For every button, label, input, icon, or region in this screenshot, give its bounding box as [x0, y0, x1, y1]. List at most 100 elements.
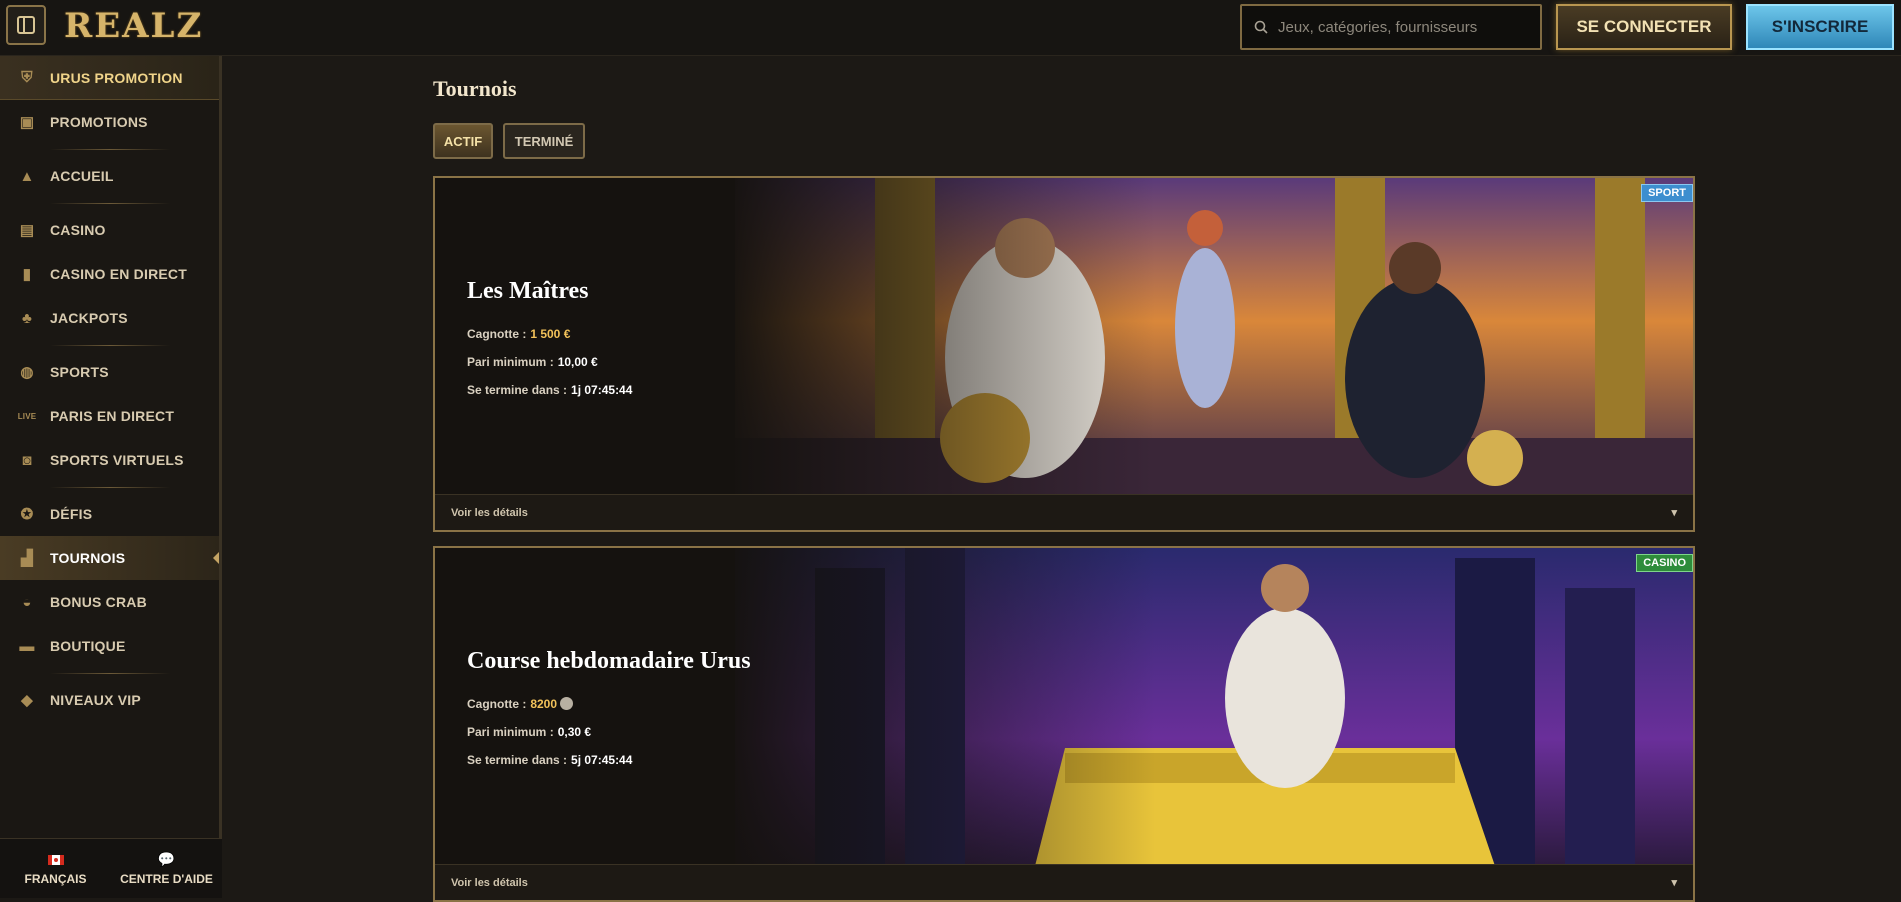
chat-icon: 💬: [157, 851, 176, 867]
chevron-down-icon: ▾: [1671, 877, 1677, 889]
min-bet-label: Pari minimum :: [467, 355, 554, 369]
sidebar-item-casino[interactable]: ▤ CASINO: [0, 208, 219, 252]
sidebar-item-boutique[interactable]: ▬ BOUTIQUE: [0, 624, 219, 668]
tab-actif[interactable]: ACTIF: [433, 123, 493, 159]
sidebar-item-defis[interactable]: ✪ DÉFIS: [0, 492, 219, 536]
sidebar-divider: [0, 482, 219, 492]
min-bet-value: 10,00 €: [557, 355, 598, 369]
main-content: Tournois ACTIF TERMINÉ SPORT Les Maîtres…: [225, 56, 1901, 902]
language-button[interactable]: FRANÇAIS: [0, 839, 111, 898]
sidebar-item-label: SPORTS VIRTUELS: [50, 452, 184, 468]
details-toggle[interactable]: Voir les détails ▾: [435, 494, 1693, 530]
min-bet-row: Pari minimum :0,30 €: [467, 725, 751, 739]
tournament-card[interactable]: CASINO Course hebdomadaire Urus Cagnotte…: [433, 546, 1695, 902]
ends-label: Se termine dans :: [467, 383, 568, 397]
cards-icon: ▮: [22, 266, 32, 283]
search-input[interactable]: Jeux, catégories, fournisseurs: [1240, 4, 1542, 50]
sidebar-item-label: PARIS EN DIRECT: [50, 408, 175, 424]
status-badge: SPORT: [1641, 184, 1693, 202]
tournament-info: Les Maîtres Cagnotte :1 500 € Pari minim…: [467, 278, 632, 411]
tab-termine[interactable]: TERMINÉ: [503, 123, 585, 159]
tournament-info: Course hebdomadaire Urus Cagnotte :8200 …: [467, 648, 751, 781]
logo[interactable]: REALZ: [64, 6, 203, 46]
sidebar-icon: [17, 16, 35, 34]
min-bet-label: Pari minimum :: [467, 725, 554, 739]
sidebar-item-label: DÉFIS: [50, 506, 93, 522]
sidebar-item-bonus-crab[interactable]: ◒ BONUS CRAB: [0, 580, 219, 624]
signup-button[interactable]: S'INSCRIRE: [1746, 4, 1894, 50]
prize-row: Cagnotte :8200: [467, 697, 751, 711]
tournament-title: Course hebdomadaire Urus: [467, 648, 751, 674]
diamond-icon: ◆: [21, 692, 33, 709]
sidebar-item-accueil[interactable]: ▲ ACCUEIL: [0, 154, 219, 198]
sidebar-item-label: SPORTS: [50, 364, 109, 380]
tournament-card[interactable]: SPORT Les Maîtres Cagnotte :1 500 € Pari…: [433, 176, 1695, 532]
prize-value: 1 500 €: [530, 327, 571, 341]
ends-value: 5j 07:45:44: [571, 753, 633, 767]
sidebar-item-promotions[interactable]: ▣ PROMOTIONS: [0, 100, 219, 144]
search-placeholder: Jeux, catégories, fournisseurs: [1278, 18, 1478, 36]
sidebar-item-label: BONUS CRAB: [50, 594, 147, 610]
medal-icon: ✪: [20, 506, 34, 523]
sidebar-item-label: BOUTIQUE: [50, 638, 126, 654]
ends-value: 1j 07:45:44: [571, 383, 633, 397]
sidebar-item-label: CASINO EN DIRECT: [50, 266, 187, 282]
sidebar-item-sports[interactable]: ◍ SPORTS: [0, 350, 219, 394]
sidebar-item-label: JACKPOTS: [50, 310, 128, 326]
prize-value: 8200: [530, 697, 558, 711]
details-toggle[interactable]: Voir les détails ▾: [435, 864, 1693, 900]
sidebar-footer: FRANÇAIS 💬 CENTRE D'AIDE: [0, 838, 222, 898]
language-label: FRANÇAIS: [24, 871, 87, 886]
sidebar-item-label: ACCUEIL: [50, 168, 114, 184]
details-label: Voir les détails: [451, 506, 528, 519]
login-button[interactable]: SE CONNECTER: [1556, 4, 1732, 50]
ends-label: Se termine dans :: [467, 753, 568, 767]
podium-icon: ▟: [21, 550, 33, 567]
sidebar-item-jackpots[interactable]: ♣ JACKPOTS: [0, 296, 219, 340]
prize-row: Cagnotte :1 500 €: [467, 327, 632, 341]
ends-row: Se termine dans :5j 07:45:44: [467, 753, 751, 767]
help-center-button[interactable]: 💬 CENTRE D'AIDE: [111, 839, 222, 898]
min-bet-row: Pari minimum :10,00 €: [467, 355, 632, 369]
sidebar-item-label: NIVEAUX VIP: [50, 692, 141, 708]
sidebar: ⛨ URUS PROMOTION ▣ PROMOTIONS ▲ ACCUEIL …: [0, 56, 222, 898]
prize-label: Cagnotte :: [467, 327, 527, 341]
sidebar-divider: [0, 340, 219, 350]
sidebar-item-sports-virtuels[interactable]: ◙ SPORTS VIRTUELS: [0, 438, 219, 482]
slot-machine-icon: ▤: [19, 222, 35, 239]
bag-icon: ▬: [19, 637, 35, 655]
helmet-icon: ⛨: [21, 69, 33, 86]
chevron-down-icon: ▾: [1671, 507, 1677, 519]
min-bet-value: 0,30 €: [557, 725, 592, 739]
prize-label: Cagnotte :: [467, 697, 527, 711]
sidebar-item-tournois[interactable]: ▟ TOURNOIS: [0, 536, 219, 580]
coin-icon: [560, 697, 574, 710]
sidebar-item-label: PROMOTIONS: [50, 114, 148, 130]
live-icon: LIVE: [17, 411, 37, 421]
pyramid-icon: ▲: [19, 167, 35, 185]
clover-icon: ♣: [21, 309, 33, 327]
help-center-label: CENTRE D'AIDE: [120, 872, 213, 886]
sidebar-item-label: URUS PROMOTION: [50, 69, 183, 86]
sidebar-item-casino-en-direct[interactable]: ▮ CASINO EN DIRECT: [0, 252, 219, 296]
top-bar: REALZ Jeux, catégories, fournisseurs SE …: [0, 0, 1901, 56]
sidebar-divider: [0, 198, 219, 208]
ball-icon: ◍: [20, 364, 34, 381]
sidebar-item-niveaux-vip[interactable]: ◆ NIVEAUX VIP: [0, 678, 219, 722]
virtual-sports-icon: ◙: [22, 451, 32, 469]
sidebar-toggle-button[interactable]: [6, 5, 46, 45]
status-badge: CASINO: [1636, 554, 1693, 572]
sidebar-item-label: CASINO: [50, 222, 106, 238]
search-icon: [1254, 20, 1268, 34]
page-title: Tournois: [433, 76, 517, 101]
tournament-title: Les Maîtres: [467, 278, 589, 304]
sidebar-divider: [0, 668, 219, 678]
sidebar-item-label: TOURNOIS: [50, 550, 126, 566]
canada-flag-icon: [47, 852, 64, 868]
sidebar-item-urus-promotion[interactable]: ⛨ URUS PROMOTION: [0, 56, 219, 100]
sidebar-item-paris-en-direct[interactable]: LIVE PARIS EN DIRECT: [0, 394, 219, 438]
crab-icon: ◒: [22, 593, 32, 611]
details-label: Voir les détails: [451, 876, 528, 889]
gift-icon: ▣: [19, 114, 35, 131]
sidebar-divider: [0, 144, 219, 154]
